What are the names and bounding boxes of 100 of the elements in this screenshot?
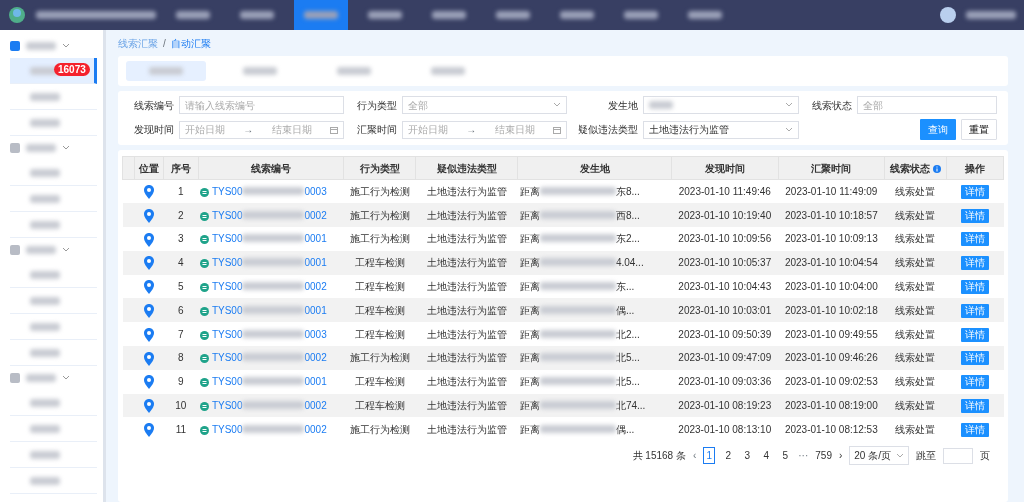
search-button[interactable]: 查询 xyxy=(920,119,956,140)
blurred-text xyxy=(242,282,305,291)
date-range-field[interactable]: 开始日期 → 结束日期 xyxy=(402,120,567,139)
table-cell: 2023-01-10 10:04:54 xyxy=(778,250,885,275)
clue-id-link[interactable]: TYS00 xyxy=(211,257,243,269)
input-field[interactable]: 全部 xyxy=(857,96,997,114)
map-pin-icon xyxy=(144,399,155,414)
clue-id-link[interactable]: TYS00 xyxy=(211,186,243,198)
clue-id-link[interactable]: 0001 xyxy=(304,257,327,269)
clue-id-link[interactable]: 0001 xyxy=(304,233,327,245)
table-cell: 2023-01-10 09:50:39 xyxy=(671,322,779,347)
detail-button[interactable]: 详情 xyxy=(960,399,989,414)
blurred-text xyxy=(30,398,60,407)
blurred-text xyxy=(30,92,60,101)
detail-button[interactable]: 详情 xyxy=(960,208,989,223)
tab[interactable] xyxy=(126,61,206,81)
table-cell: 土地违法行为监管 xyxy=(415,274,518,299)
clue-id-link[interactable]: TYS00 xyxy=(211,328,243,340)
map-pin-icon xyxy=(144,423,155,438)
clue-id-link[interactable]: 0002 xyxy=(304,281,327,293)
detail-button[interactable]: 详情 xyxy=(960,280,989,295)
table-cell: 北2... xyxy=(615,328,640,340)
blurred-text xyxy=(242,353,305,362)
clue-id-link[interactable]: TYS00 xyxy=(211,304,243,316)
page-input[interactable] xyxy=(943,447,973,464)
page-size-select[interactable]: 20 条/页 xyxy=(849,446,909,466)
table-cell: 线索处置 xyxy=(884,393,947,418)
clue-id-link[interactable]: 0002 xyxy=(304,423,327,435)
table-cell: 线索处置 xyxy=(884,369,947,394)
table-cell: 线索处置 xyxy=(884,203,947,228)
folder-icon xyxy=(10,373,20,383)
list-icon xyxy=(200,259,210,269)
clue-id-link[interactable]: 0001 xyxy=(304,376,327,388)
table-cell: 偶... xyxy=(615,304,635,316)
table-cell: 东2... xyxy=(615,233,640,245)
clue-id-link[interactable]: 0001 xyxy=(304,304,327,316)
clue-id-link[interactable]: TYS00 xyxy=(211,281,243,293)
count-badge: 16073 xyxy=(54,63,90,76)
table-cell: 偶... xyxy=(615,423,635,435)
clue-id-link[interactable]: TYS00 xyxy=(211,233,243,245)
page-button[interactable]: 2 xyxy=(722,448,735,464)
clue-id-link[interactable]: TYS00 xyxy=(211,423,243,435)
column-header: 线索编号 xyxy=(198,156,344,180)
table-cell: 工程车检测 xyxy=(343,393,416,418)
list-icon xyxy=(200,378,210,388)
select-field[interactable] xyxy=(643,96,799,114)
blurred-text xyxy=(649,101,673,109)
page-button[interactable]: 1 xyxy=(703,447,716,465)
map-pin-icon xyxy=(144,256,155,271)
calendar-icon xyxy=(553,125,561,134)
clue-id-link[interactable]: 0002 xyxy=(304,400,327,412)
detail-button[interactable]: 详情 xyxy=(960,327,989,342)
list-icon xyxy=(200,401,210,411)
next-page-button[interactable]: › xyxy=(838,448,843,464)
table-cell: 2023-01-10 09:02:53 xyxy=(778,369,885,394)
column-header: 行为类型 xyxy=(343,156,416,180)
clue-id-link[interactable]: TYS00 xyxy=(211,400,243,412)
clue-id-link[interactable]: TYS00 xyxy=(211,376,243,388)
blurred-text xyxy=(30,118,60,127)
caret-icon xyxy=(785,126,793,133)
page-button[interactable]: 5 xyxy=(779,448,792,464)
detail-button[interactable]: 详情 xyxy=(960,422,989,437)
chevron-icon xyxy=(62,375,70,381)
table-cell: 土地违法行为监管 xyxy=(415,322,518,347)
detail-button[interactable]: 详情 xyxy=(960,185,989,200)
reset-button[interactable]: 重置 xyxy=(961,119,997,140)
page-button[interactable]: 3 xyxy=(741,448,754,464)
clue-id-link[interactable]: 0003 xyxy=(304,186,327,198)
detail-button[interactable]: 详情 xyxy=(960,303,989,318)
detail-button[interactable]: 详情 xyxy=(960,232,989,247)
detail-button[interactable]: 详情 xyxy=(960,375,989,390)
blurred-text xyxy=(26,42,56,50)
table-cell: 土地违法行为监管 xyxy=(415,393,518,418)
clue-id-link[interactable]: 0003 xyxy=(304,328,327,340)
table-cell: 距离 xyxy=(519,304,540,316)
detail-button[interactable]: 详情 xyxy=(960,256,989,271)
select-field[interactable]: 土地违法行为监管 xyxy=(643,120,799,139)
table-cell: 7 xyxy=(163,322,199,347)
clue-id-link[interactable]: TYS00 xyxy=(211,352,243,364)
clue-id-link[interactable]: TYS00 xyxy=(211,209,243,221)
table-cell: 施工行为检测 xyxy=(343,179,416,204)
input-field[interactable]: 请输入线索编号 xyxy=(179,96,344,114)
table-cell: 北5... xyxy=(615,352,640,364)
page-button[interactable]: 4 xyxy=(760,448,773,464)
filter-label: 线索编号 xyxy=(133,98,174,113)
prev-page-button[interactable]: ‹ xyxy=(692,448,697,464)
table-cell: 8 xyxy=(163,346,199,370)
clue-id-link[interactable]: 0002 xyxy=(304,352,327,364)
detail-button[interactable]: 详情 xyxy=(960,351,989,366)
date-range-field[interactable]: 开始日期 → 结束日期 xyxy=(179,120,344,139)
page-button[interactable]: 759 xyxy=(815,448,832,464)
breadcrumb-link[interactable]: 线索汇聚 xyxy=(118,36,158,51)
select-field[interactable]: 全部 xyxy=(402,96,567,114)
table-cell: 工程车检测 xyxy=(343,322,416,347)
filter-label: 线索状态 xyxy=(811,98,852,113)
blurred-text xyxy=(30,424,60,433)
clue-id-link[interactable]: 0002 xyxy=(304,209,327,221)
chevron-icon xyxy=(62,43,70,49)
sidebar-item[interactable]: 16073 xyxy=(10,58,97,84)
table-cell: 2023-01-10 09:03:36 xyxy=(671,369,779,394)
